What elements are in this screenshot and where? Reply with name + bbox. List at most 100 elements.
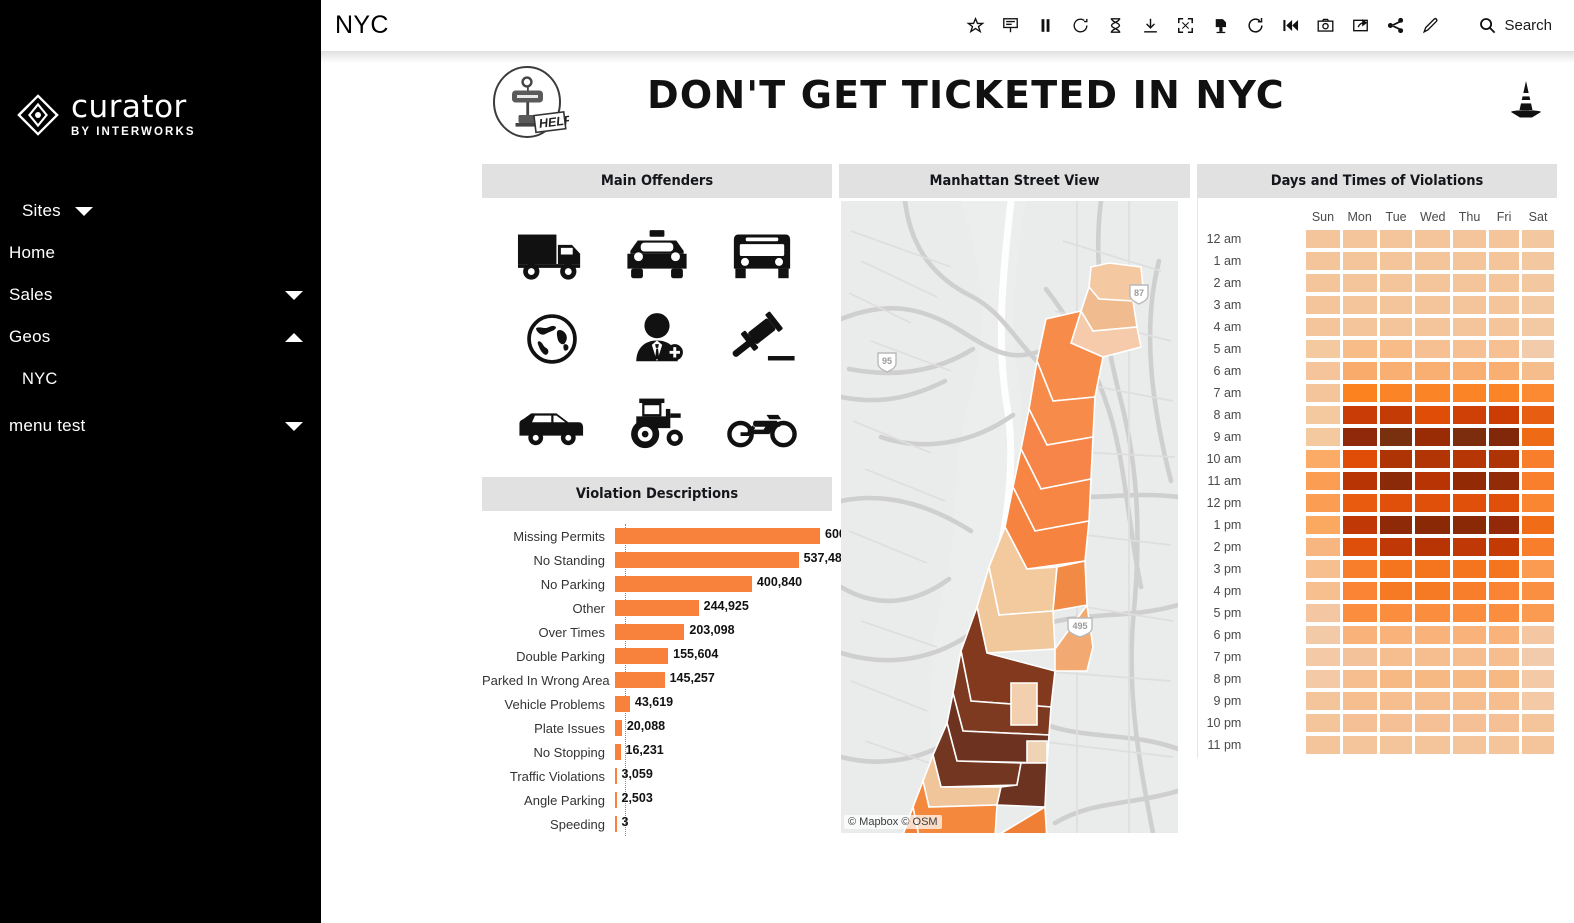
heatmap-cell[interactable]	[1415, 626, 1451, 644]
refresh-icon[interactable]	[1246, 16, 1265, 35]
heatmap-cell[interactable]	[1342, 736, 1377, 754]
heatmap-cell[interactable]	[1489, 428, 1520, 446]
brand-logo[interactable]: curator BY INTERWORKS	[15, 92, 196, 138]
heatmap-cell[interactable]	[1489, 538, 1520, 556]
heatmap-cell[interactable]	[1306, 274, 1340, 292]
bus-icon[interactable]	[725, 222, 799, 290]
chevron-down-icon[interactable]	[74, 206, 93, 216]
bar-row[interactable]: No Stopping 16,231	[482, 740, 832, 764]
heatmap-cell[interactable]	[1489, 516, 1520, 534]
heatmap-cell[interactable]	[1415, 406, 1451, 424]
heatmap-cell[interactable]	[1415, 428, 1451, 446]
heatmap-cell[interactable]	[1379, 406, 1413, 424]
heatmap-cell[interactable]	[1453, 472, 1487, 490]
heatmap-cell[interactable]	[1453, 516, 1487, 534]
heatmap-cell[interactable]	[1379, 274, 1413, 292]
heatmap-cell[interactable]	[1379, 538, 1413, 556]
heatmap-cell[interactable]	[1342, 450, 1377, 468]
edit-pencil-icon[interactable]	[1421, 16, 1440, 35]
bar-row[interactable]: No Parking 400,840	[482, 572, 832, 596]
heatmap-cell[interactable]	[1342, 692, 1377, 710]
heatmap-cell[interactable]	[1489, 582, 1520, 600]
heatmap-cell[interactable]	[1379, 714, 1413, 732]
heatmap-cell[interactable]	[1306, 230, 1340, 248]
sidebar-item-menu-test[interactable]: menu test	[0, 405, 321, 447]
heatmap-cell[interactable]	[1306, 670, 1340, 688]
download-icon[interactable]	[1141, 16, 1160, 35]
heatmap-cell[interactable]	[1522, 340, 1554, 358]
heatmap-cell[interactable]	[1342, 318, 1377, 336]
help-badge[interactable]: HELP	[491, 65, 574, 141]
heatmap-cell[interactable]	[1379, 384, 1413, 402]
heatmap-cell[interactable]	[1415, 670, 1451, 688]
heatmap-cell[interactable]	[1342, 560, 1377, 578]
chevron-down-icon[interactable]	[285, 421, 303, 431]
heatmap-cell[interactable]	[1453, 604, 1487, 622]
refresh-data-icon[interactable]	[1071, 16, 1090, 35]
bar[interactable]	[615, 648, 669, 664]
heatmap-cell[interactable]	[1522, 692, 1554, 710]
manhattan-choropleth-map[interactable]: 95 87 495 78	[841, 201, 1178, 833]
heatmap-cell[interactable]	[1342, 516, 1377, 534]
bar[interactable]	[615, 576, 752, 592]
heatmap-cell[interactable]	[1489, 626, 1520, 644]
heatmap-cell[interactable]	[1489, 450, 1520, 468]
heatmap-cell[interactable]	[1415, 494, 1451, 512]
heatmap-cell[interactable]	[1306, 560, 1340, 578]
heatmap-cell[interactable]	[1306, 406, 1340, 424]
heatmap-cell[interactable]	[1342, 582, 1377, 600]
bar[interactable]	[615, 744, 621, 760]
heatmap-cell[interactable]	[1522, 670, 1554, 688]
heatmap-cell[interactable]	[1342, 362, 1377, 380]
heatmap-cell[interactable]	[1415, 560, 1451, 578]
heatmap-cell[interactable]	[1342, 714, 1377, 732]
heatmap-cell[interactable]	[1522, 384, 1554, 402]
heatmap-cell[interactable]	[1415, 230, 1451, 248]
heatmap-cell[interactable]	[1522, 274, 1554, 292]
heatmap-cell[interactable]	[1306, 538, 1340, 556]
heatmap-cell[interactable]	[1306, 648, 1340, 666]
heatmap-cell[interactable]	[1415, 516, 1451, 534]
heatmap-cell[interactable]	[1489, 670, 1520, 688]
heatmap-cell[interactable]	[1379, 494, 1413, 512]
bar-row[interactable]: Parked In Wrong Area 145,257	[482, 668, 832, 692]
presentation-mode-icon[interactable]	[1001, 16, 1020, 35]
heatmap-cell[interactable]	[1489, 648, 1520, 666]
bar-row[interactable]: Other 244,925	[482, 596, 832, 620]
heatmap-cell[interactable]	[1522, 582, 1554, 600]
bar-row[interactable]: Angle Parking 2,503	[482, 788, 832, 812]
revert-all-icon[interactable]	[1281, 16, 1300, 35]
data-source-icon[interactable]	[1211, 16, 1230, 35]
heatmap-cell[interactable]	[1453, 714, 1487, 732]
bar[interactable]	[615, 816, 617, 832]
heatmap-cell[interactable]	[1522, 714, 1554, 732]
bar[interactable]	[615, 528, 820, 544]
heatmap-cell[interactable]	[1415, 318, 1451, 336]
bar[interactable]	[615, 696, 630, 712]
heatmap-cell[interactable]	[1306, 340, 1340, 358]
heatmap-cell[interactable]	[1342, 274, 1377, 292]
heatmap-cell[interactable]	[1415, 582, 1451, 600]
heatmap-cell[interactable]	[1379, 648, 1413, 666]
heatmap-cell[interactable]	[1306, 604, 1340, 622]
heatmap-cell[interactable]	[1453, 406, 1487, 424]
heatmap-cell[interactable]	[1415, 472, 1451, 490]
chevron-down-icon[interactable]	[285, 290, 303, 300]
heatmap-cell[interactable]	[1379, 318, 1413, 336]
heatmap-cell[interactable]	[1342, 538, 1377, 556]
bar-row[interactable]: Double Parking 155,604	[482, 644, 832, 668]
heatmap-cell[interactable]	[1342, 428, 1377, 446]
heatmap-cell[interactable]	[1306, 362, 1340, 380]
heatmap-cell[interactable]	[1342, 670, 1377, 688]
fullscreen-icon[interactable]	[1176, 16, 1195, 35]
pause-timer-hourglass-icon[interactable]	[1106, 16, 1125, 35]
heatmap-cell[interactable]	[1522, 406, 1554, 424]
heatmap-cell[interactable]	[1415, 736, 1451, 754]
sidebar-item-geos[interactable]: Geos	[0, 316, 321, 358]
heatmap-cell[interactable]	[1453, 626, 1487, 644]
heatmap-cell[interactable]	[1522, 626, 1554, 644]
heatmap-cell[interactable]	[1379, 450, 1413, 468]
heatmap-cell[interactable]	[1379, 670, 1413, 688]
sidebar-item-sites[interactable]: Sites	[0, 190, 321, 232]
heatmap-cell[interactable]	[1306, 582, 1340, 600]
